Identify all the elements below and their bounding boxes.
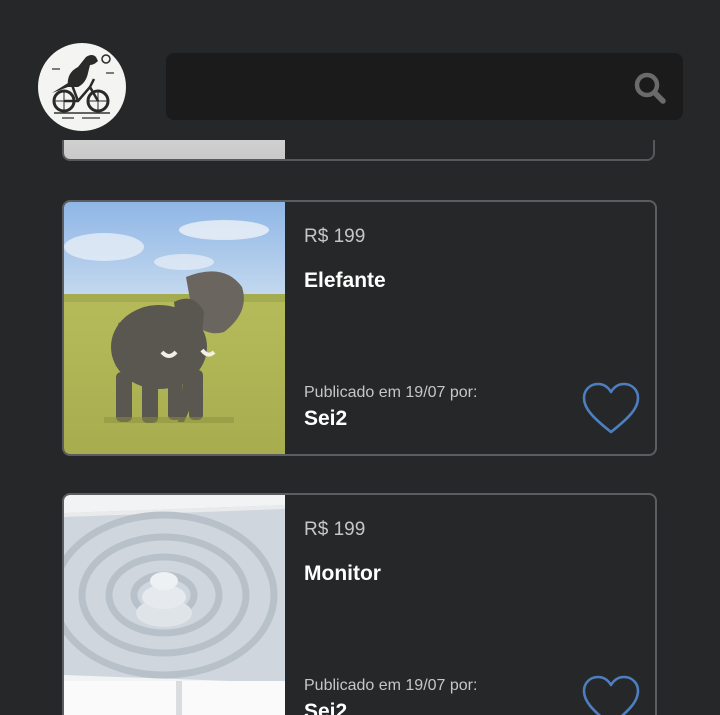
listing-image-elephant[interactable] — [64, 202, 285, 454]
heart-outline-icon[interactable] — [582, 675, 640, 715]
heart-outline-icon[interactable] — [582, 382, 640, 436]
app-screen: R$ 199 Elefante Publicado em 19/07 por: … — [0, 0, 720, 715]
listing-title[interactable]: Monitor — [304, 562, 381, 586]
dinosaur-bicycle-logo-icon — [39, 44, 125, 130]
listing-seller[interactable]: Sei2 — [304, 700, 347, 715]
listing-seller[interactable]: Sei2 — [304, 407, 347, 431]
listing-price: R$ 199 — [304, 226, 366, 247]
search-bar — [166, 53, 683, 120]
app-header — [0, 0, 720, 140]
search-icon[interactable] — [633, 71, 667, 105]
listing-card[interactable]: R$ 199 Elefante Publicado em 19/07 por: … — [62, 200, 657, 456]
listing-title[interactable]: Elefante — [304, 269, 386, 293]
listing-image-monitor[interactable] — [64, 495, 285, 715]
listing-published-label: Publicado em 19/07 por: — [304, 384, 478, 401]
search-input[interactable] — [166, 53, 626, 120]
app-logo[interactable] — [38, 43, 126, 131]
listing-card[interactable]: R$ 199 Monitor Publicado em 19/07 por: S… — [62, 493, 657, 715]
listing-price: R$ 199 — [304, 519, 366, 540]
listing-published-label: Publicado em 19/07 por: — [304, 677, 478, 694]
